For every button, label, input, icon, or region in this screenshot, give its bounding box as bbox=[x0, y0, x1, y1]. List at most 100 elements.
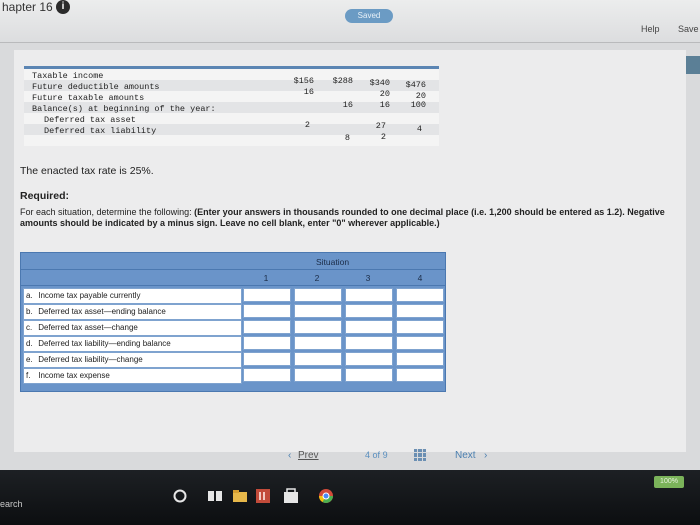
answer-input-a4[interactable] bbox=[396, 288, 444, 302]
office-app-icon[interactable] bbox=[255, 488, 271, 504]
situation-header: Situation bbox=[316, 257, 350, 267]
help-link[interactable]: Help bbox=[641, 24, 660, 34]
column-header-2: 2 bbox=[314, 273, 320, 283]
chrome-icon[interactable] bbox=[318, 488, 334, 504]
answer-input-d4[interactable] bbox=[396, 336, 444, 350]
row-letter: f. bbox=[26, 371, 31, 380]
column-header-4: 4 bbox=[417, 273, 423, 283]
row-label-dta-change: c. Deferred tax asset—change bbox=[23, 320, 242, 336]
row-letter: b. bbox=[26, 307, 33, 316]
answer-input-b2[interactable] bbox=[294, 304, 342, 318]
side-tab[interactable] bbox=[686, 56, 700, 74]
row-text: Income tax payable currently bbox=[38, 291, 141, 300]
row-text: Deferred tax asset—ending balance bbox=[38, 307, 166, 316]
column-header-3: 3 bbox=[365, 273, 371, 283]
answer-input-c2[interactable] bbox=[294, 320, 342, 334]
value-cell: 16 bbox=[303, 87, 314, 97]
answer-input-d2[interactable] bbox=[294, 336, 342, 350]
label-balances: Balance(s) at beginning of the year: bbox=[32, 104, 216, 114]
page-total: 9 bbox=[382, 450, 388, 460]
row-label-dta-ending: b. Deferred tax asset—ending balance bbox=[23, 304, 242, 320]
zoom-badge: 100% bbox=[654, 476, 684, 488]
answer-input-e3[interactable] bbox=[345, 352, 393, 366]
value-cell: 2 bbox=[304, 120, 310, 130]
given-data-table: Taxable income Future deductible amounts… bbox=[24, 66, 439, 146]
chapter-title: hapter 16 bbox=[2, 0, 53, 14]
row-text: Deferred tax liability—ending balance bbox=[38, 339, 171, 348]
row-text: Deferred tax asset—change bbox=[38, 323, 138, 332]
value-cell: $340 bbox=[369, 78, 390, 88]
answer-input-e4[interactable] bbox=[396, 352, 444, 366]
page-current: 4 bbox=[365, 450, 371, 460]
answer-input-e1[interactable] bbox=[243, 352, 291, 366]
saved-indicator: Saved bbox=[345, 9, 393, 23]
chevron-left-icon[interactable]: ‹ bbox=[288, 450, 291, 461]
save-link[interactable]: Save bbox=[678, 24, 699, 34]
tax-rate-text: The enacted tax rate is 25%. bbox=[20, 165, 154, 177]
answer-input-a2[interactable] bbox=[294, 288, 342, 302]
value-cell: 8 bbox=[344, 133, 350, 143]
label-deferred-tax-asset: Deferred tax asset bbox=[44, 115, 136, 125]
row-label-income-tax-payable: a. Income tax payable currently bbox=[23, 288, 242, 304]
cortana-icon[interactable] bbox=[172, 488, 188, 504]
answer-input-d3[interactable] bbox=[345, 336, 393, 350]
row-letter: c. bbox=[26, 323, 33, 332]
info-icon[interactable]: i bbox=[56, 0, 70, 14]
answer-input-f2[interactable] bbox=[294, 368, 342, 382]
store-icon[interactable] bbox=[283, 488, 299, 504]
header-divider-line bbox=[21, 285, 445, 286]
value-cell: $288 bbox=[332, 76, 353, 86]
taskbar bbox=[0, 470, 700, 525]
column-header-1: 1 bbox=[263, 273, 269, 283]
folder-icon[interactable] bbox=[232, 488, 248, 504]
answer-input-f4[interactable] bbox=[396, 368, 444, 382]
answer-input-a3[interactable] bbox=[345, 288, 393, 302]
label-deferred-tax-liability: Deferred tax liability bbox=[44, 126, 157, 136]
value-cell: 27 bbox=[375, 121, 386, 131]
answer-input-a1[interactable] bbox=[243, 288, 291, 302]
row-label-income-tax-expense: f. Income tax expense bbox=[23, 368, 242, 384]
label-taxable-income: Taxable income bbox=[32, 71, 104, 81]
row-letter: e. bbox=[26, 355, 33, 364]
answer-input-e2[interactable] bbox=[294, 352, 342, 366]
answer-input-b3[interactable] bbox=[345, 304, 393, 318]
required-heading: Required: bbox=[20, 190, 70, 202]
row-text: Deferred tax liability—change bbox=[38, 355, 143, 364]
answer-input-c1[interactable] bbox=[243, 320, 291, 334]
prev-button[interactable]: Prev bbox=[298, 450, 319, 461]
value-cell: 4 bbox=[416, 124, 422, 134]
value-cell: $156 bbox=[293, 76, 314, 86]
value-cell: 100 bbox=[410, 100, 426, 110]
value-cell: $476 bbox=[405, 80, 426, 90]
instructions-text: For each situation, determine the follow… bbox=[20, 207, 690, 229]
value-cell: 20 bbox=[379, 89, 390, 99]
header-divider bbox=[0, 42, 700, 43]
task-view-icon[interactable] bbox=[207, 488, 223, 504]
grid-icon[interactable] bbox=[414, 449, 426, 461]
row-letter: a. bbox=[26, 291, 33, 300]
answer-input-f1[interactable] bbox=[243, 368, 291, 382]
row-label-dtl-change: e. Deferred tax liability—change bbox=[23, 352, 242, 368]
label-future-taxable: Future taxable amounts bbox=[32, 93, 145, 103]
answer-input-c3[interactable] bbox=[345, 320, 393, 334]
value-cell: 16 bbox=[379, 100, 390, 110]
answer-input-b4[interactable] bbox=[396, 304, 444, 318]
label-future-deductible: Future deductible amounts bbox=[32, 82, 160, 92]
row-letter: d. bbox=[26, 339, 33, 348]
page-of: of bbox=[372, 450, 381, 460]
answer-input-f3[interactable] bbox=[345, 368, 393, 382]
row-label-dtl-ending: d. Deferred tax liability—ending balance bbox=[23, 336, 242, 352]
top-bar: hapter 16 i Saved Help Save bbox=[0, 0, 700, 42]
header-divider-line bbox=[21, 269, 445, 270]
value-cell: 2 bbox=[380, 132, 386, 142]
answer-input-c4[interactable] bbox=[396, 320, 444, 334]
value-cell: 16 bbox=[342, 100, 353, 110]
answer-input-d1[interactable] bbox=[243, 336, 291, 350]
next-button[interactable]: Next bbox=[455, 450, 476, 461]
page-indicator: 4 of 9 bbox=[365, 450, 388, 460]
chevron-right-icon[interactable]: › bbox=[484, 450, 487, 461]
instructions-plain: For each situation, determine the follow… bbox=[20, 207, 192, 217]
answer-input-b1[interactable] bbox=[243, 304, 291, 318]
row-text: Income tax expense bbox=[38, 371, 110, 380]
taskbar-search[interactable]: earch bbox=[0, 499, 23, 509]
